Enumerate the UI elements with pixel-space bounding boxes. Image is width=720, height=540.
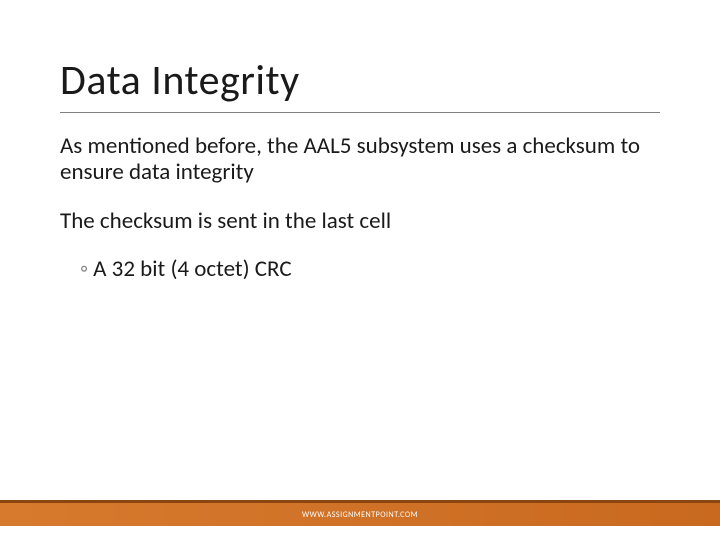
paragraph-1: As mentioned before, the AAL5 subsystem …: [60, 133, 660, 186]
slide-title: Data Integrity: [60, 55, 660, 113]
bullet-item: ◦A 32 bit (4 octet) CRC: [60, 256, 660, 282]
bullet-text: A 32 bit (4 octet) CRC: [93, 255, 291, 283]
footer-bar: WWW.ASSIGNMENTPOINT.COM: [0, 500, 720, 526]
paragraph-2: The checksum is sent in the last cell: [60, 208, 660, 234]
slide-container: Data Integrity As mentioned before, the …: [0, 0, 720, 540]
footer-url: WWW.ASSIGNMENTPOINT.COM: [302, 510, 418, 520]
bullet-marker-icon: ◦: [80, 255, 88, 283]
